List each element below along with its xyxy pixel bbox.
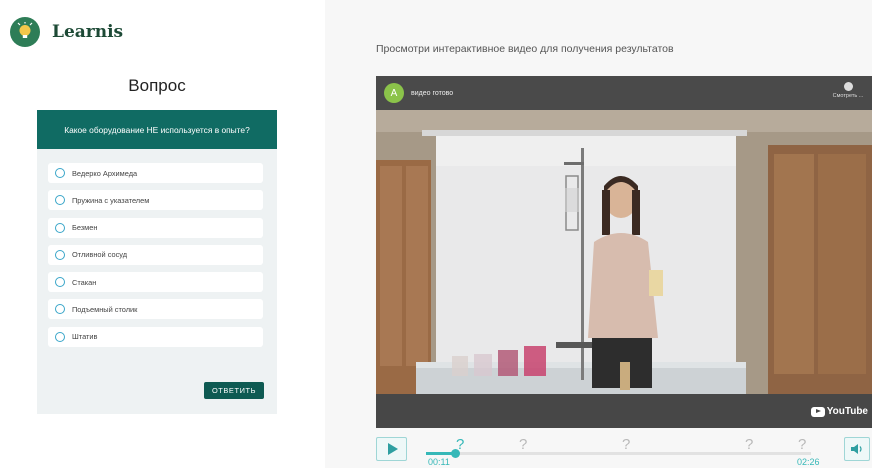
radio-icon[interactable] bbox=[55, 222, 65, 233]
watch-later-label: Смотреть ... bbox=[832, 93, 864, 99]
answer-option[interactable]: Подъемный столик bbox=[48, 299, 263, 320]
answer-option[interactable]: Пружина с указателем bbox=[48, 190, 263, 211]
question-card: Какое оборудование НЕ используется в опы… bbox=[37, 110, 277, 414]
lightbulb-icon bbox=[10, 17, 40, 47]
question-marker[interactable]: ? bbox=[798, 436, 806, 453]
watch-later-button[interactable]: Смотреть ... bbox=[830, 82, 866, 99]
answer-option-label: Ведерко Архимеда bbox=[72, 168, 138, 178]
radio-icon[interactable] bbox=[55, 331, 65, 342]
quiz-panel: Learnis Вопрос Какое оборудование НЕ исп… bbox=[0, 0, 320, 468]
answer-option-label: Отливной сосуд bbox=[72, 250, 128, 260]
answer-option[interactable]: Ведерко Архимеда bbox=[48, 163, 263, 183]
video-panel: Просмотри интерактивное видео для получе… bbox=[325, 0, 872, 468]
answer-option[interactable]: Штатив bbox=[48, 326, 263, 347]
radio-icon[interactable] bbox=[55, 277, 65, 288]
answer-option-label: Стакан bbox=[72, 277, 97, 287]
question-marker[interactable]: ? bbox=[456, 436, 464, 453]
volume-button[interactable] bbox=[844, 437, 870, 461]
answer-button[interactable]: ОТВЕТИТЬ bbox=[204, 382, 264, 399]
play-button[interactable] bbox=[376, 437, 407, 461]
current-time: 00:11 bbox=[428, 457, 450, 467]
brand-logo[interactable]: Learnis bbox=[10, 17, 123, 47]
question-marker[interactable]: ? bbox=[622, 436, 630, 453]
question-marker[interactable]: ? bbox=[519, 436, 527, 453]
speaker-icon bbox=[851, 444, 862, 454]
answer-option-label: Безмен bbox=[72, 223, 98, 233]
radio-icon[interactable] bbox=[55, 195, 65, 206]
radio-icon[interactable] bbox=[55, 249, 65, 260]
answer-option-label: Подъемный столик bbox=[72, 304, 138, 314]
video-player[interactable]: A видео готово Смотреть ... YouTube bbox=[376, 76, 872, 428]
answer-option[interactable]: Отливной сосуд bbox=[48, 244, 263, 265]
youtube-label: YouTube bbox=[826, 406, 868, 417]
video-instruction: Просмотри интерактивное видео для получе… bbox=[376, 43, 674, 55]
question-text: Какое оборудование НЕ используется в опы… bbox=[37, 110, 277, 149]
quiz-heading: Вопрос bbox=[128, 76, 186, 95]
video-title[interactable]: видео готово bbox=[411, 90, 453, 97]
answer-option-label: Пружина с указателем bbox=[72, 195, 150, 205]
duration: 02:26 bbox=[797, 457, 820, 467]
video-frame[interactable] bbox=[376, 110, 872, 394]
youtube-play-icon bbox=[810, 406, 825, 417]
channel-avatar[interactable]: A bbox=[384, 83, 404, 103]
video-bottombar: YouTube bbox=[376, 394, 872, 428]
answer-option[interactable]: Безмен bbox=[48, 217, 263, 238]
video-topbar: A видео готово Смотреть ... bbox=[376, 76, 872, 110]
question-marker[interactable]: ? bbox=[745, 436, 753, 453]
brand-name: Learnis bbox=[52, 22, 124, 42]
answer-options: Ведерко Архимеда Пружина с указателем Бе… bbox=[48, 163, 263, 354]
radio-icon[interactable] bbox=[55, 304, 65, 315]
answer-option-label: Штатив bbox=[72, 332, 98, 342]
answer-option[interactable]: Стакан bbox=[48, 272, 263, 293]
clock-icon bbox=[843, 82, 853, 91]
youtube-logo[interactable]: YouTube bbox=[810, 406, 868, 417]
radio-icon[interactable] bbox=[55, 168, 65, 178]
play-icon bbox=[387, 443, 398, 455]
